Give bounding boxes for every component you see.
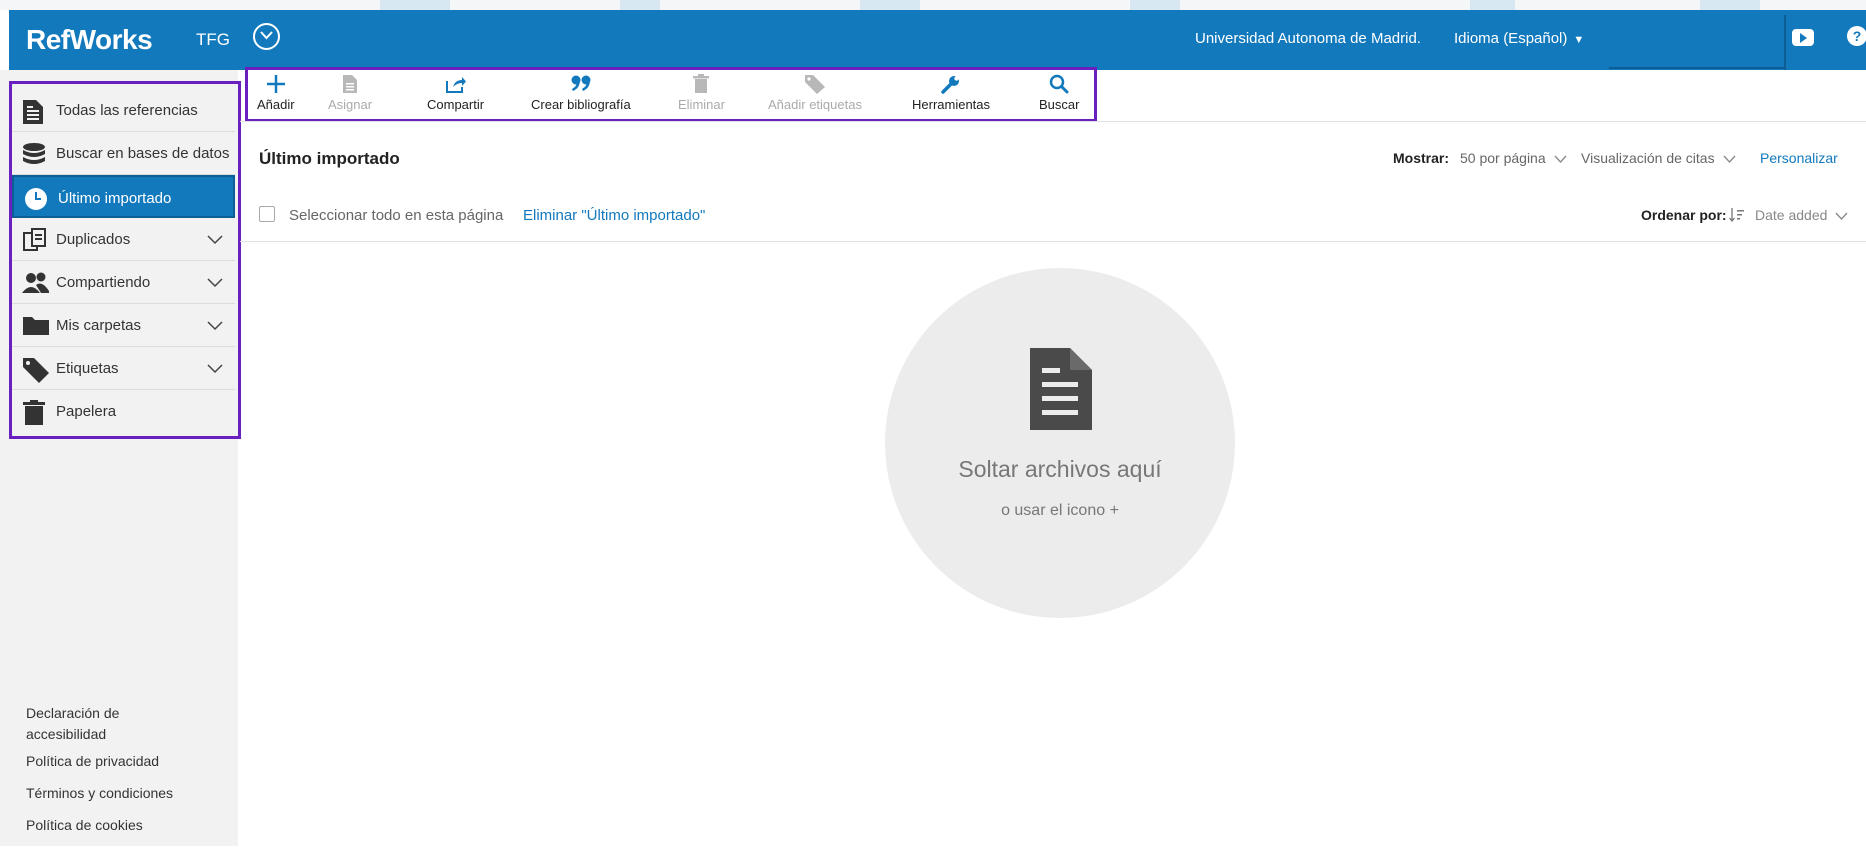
folder-icon <box>22 314 49 338</box>
sidebar-item-tags[interactable]: Etiquetas <box>12 347 235 390</box>
sidebar-item-label: Etiquetas <box>56 360 119 377</box>
sidebar-item-label: Buscar en bases de datos <box>56 145 230 162</box>
clock-icon <box>24 187 50 211</box>
tools-button[interactable]: Herramientas <box>912 74 990 112</box>
assign-button[interactable]: Asignar <box>328 74 372 112</box>
trash-icon <box>22 400 48 425</box>
drop-subtitle: o usar el icono + <box>1001 502 1119 519</box>
customize-link[interactable]: Personalizar <box>1760 150 1838 166</box>
add-button[interactable]: Añadir <box>257 74 295 112</box>
sort-dropdown[interactable]: Date added <box>1755 207 1848 223</box>
toolbar: Añadir Asignar Compartir Crear bibliogra… <box>245 67 1097 122</box>
share-label: Compartir <box>427 97 485 112</box>
chevron-down-icon[interactable] <box>207 275 223 292</box>
per-page-value: 50 por página <box>1460 150 1546 166</box>
chevron-down-icon <box>1723 155 1735 163</box>
delete-button[interactable]: Eliminar <box>678 74 725 112</box>
share-icon <box>427 74 484 94</box>
top-watermark-strip <box>0 0 1866 10</box>
select-all-checkbox[interactable] <box>259 206 275 222</box>
sidebar-item-label: Duplicados <box>56 231 131 248</box>
sidebar-footer: Declaración de accesibilidad Política de… <box>26 703 173 847</box>
sidebar-item-label: Último importado <box>58 190 172 207</box>
delete-last-imported-link[interactable]: Eliminar "Último importado" <box>523 207 705 224</box>
chevron-down-icon <box>1835 212 1848 220</box>
delete-label: Eliminar <box>678 97 725 112</box>
sidebar-item-label: Papelera <box>56 403 117 420</box>
plus-icon <box>257 74 295 94</box>
sidebar-item-label: Mis carpetas <box>56 317 142 334</box>
sidebar-item-last-imported[interactable]: Último importado <box>12 175 235 218</box>
sidebar-item-label: Compartiendo <box>56 274 151 291</box>
sort-label: Ordenar por: <box>1641 207 1727 223</box>
tag-icon <box>22 357 49 383</box>
share-button[interactable]: Compartir <box>427 74 484 112</box>
add-label: Añadir <box>257 97 295 112</box>
chevron-down-icon[interactable] <box>207 318 223 335</box>
database-icon <box>22 142 48 166</box>
search-button[interactable]: Buscar <box>1039 74 1079 112</box>
refworks-logo[interactable]: RefWorks <box>26 24 153 56</box>
caret-down-icon: ▼ <box>1573 34 1585 46</box>
document-icon <box>22 99 48 124</box>
sidebar-item-duplicates[interactable]: Duplicados <box>12 218 235 261</box>
citation-view-dropdown[interactable]: Visualización de citas <box>1581 150 1736 166</box>
per-page-dropdown[interactable]: 50 por página <box>1460 150 1567 166</box>
users-icon <box>22 271 49 295</box>
add-tags-button[interactable]: Añadir etiquetas <box>768 74 862 112</box>
wrench-icon <box>912 74 990 94</box>
header-divider <box>1609 67 1786 69</box>
sidebar-item-sharing[interactable]: Compartiendo <box>12 261 235 304</box>
sidebar-item-all-references[interactable]: Todas las referencias <box>12 89 235 132</box>
help-icon[interactable]: ? <box>1847 26 1866 46</box>
sort-value: Date added <box>1755 207 1828 223</box>
drop-title: Soltar archivos aquí <box>958 456 1162 482</box>
sidebar-item-label: Todas las referencias <box>56 102 198 119</box>
tag-icon <box>768 74 862 94</box>
chevron-down-icon[interactable] <box>207 232 223 249</box>
header-divider <box>1784 15 1786 70</box>
search-icon <box>1039 74 1079 94</box>
accessibility-link[interactable]: Declaración de accesibilidad <box>26 703 166 745</box>
assign-label: Asignar <box>328 97 373 112</box>
sidebar-item-trash[interactable]: Papelera <box>12 390 235 433</box>
add-tags-label: Añadir etiquetas <box>768 97 862 112</box>
content-divider <box>240 241 1866 242</box>
quote-icon <box>531 74 631 94</box>
sort-order-icon[interactable] <box>1729 207 1745 226</box>
trash-icon <box>678 74 725 94</box>
sidebar-item-search-databases[interactable]: Buscar en bases de datos <box>12 132 235 175</box>
file-drop-zone[interactable]: Soltar archivos aquí o usar el icono + <box>885 268 1235 618</box>
university-link[interactable]: Universidad Autonoma de Madrid. <box>1195 30 1421 47</box>
cookies-link[interactable]: Política de cookies <box>26 815 173 836</box>
sidebar-item-my-folders[interactable]: Mis carpetas <box>12 304 235 347</box>
chevron-down-icon[interactable] <box>207 361 223 378</box>
project-dropdown-icon[interactable] <box>253 23 280 50</box>
show-label: Mostrar: <box>1393 150 1450 166</box>
create-bibliography-button[interactable]: Crear bibliografía <box>531 74 631 112</box>
document-icon <box>1026 346 1094 437</box>
terms-link[interactable]: Términos y condiciones <box>26 783 173 804</box>
citation-view-value: Visualización de citas <box>1581 150 1715 166</box>
duplicates-icon <box>22 228 48 252</box>
tools-label: Herramientas <box>912 97 991 112</box>
project-name[interactable]: TFG <box>196 30 230 50</box>
chevron-down-icon <box>1554 155 1567 163</box>
privacy-link[interactable]: Política de privacidad <box>26 751 173 772</box>
app-header: RefWorks TFG Universidad Autonoma de Mad… <box>9 10 1866 70</box>
toolbar-divider <box>240 121 1866 122</box>
search-label: Buscar <box>1039 97 1080 112</box>
language-label: Idioma (Español) <box>1454 30 1568 47</box>
document-icon <box>328 74 372 94</box>
create-bibliography-label: Crear bibliografía <box>531 97 631 112</box>
language-selector[interactable]: Idioma (Español) ▼ <box>1454 30 1584 47</box>
page-title: Último importado <box>259 149 400 168</box>
select-all-label[interactable]: Seleccionar todo en esta página <box>289 207 503 224</box>
youtube-icon[interactable] <box>1792 29 1814 46</box>
